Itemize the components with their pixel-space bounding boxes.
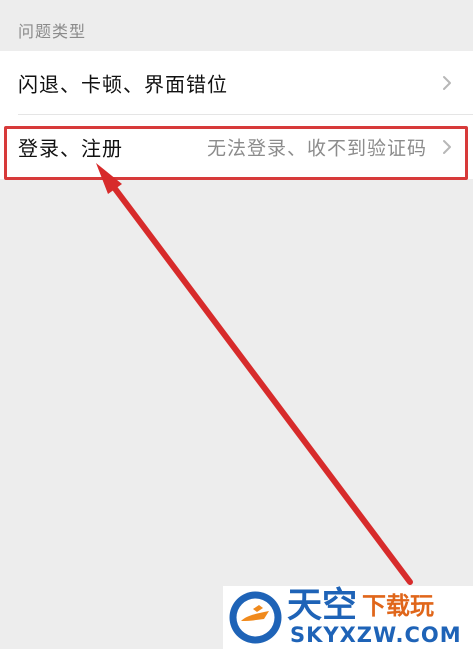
section-title: 问题类型 (18, 22, 87, 41)
menu-item-login-register[interactable]: 登录、注册 无法登录、收不到验证码 (0, 115, 473, 179)
watermark-sub-text: 下载玩 (362, 592, 434, 620)
chevron-right-icon (443, 140, 451, 154)
menu-item-label: 闪退、卡顿、界面错位 (18, 72, 228, 97)
menu-item-label: 登录、注册 (18, 136, 123, 161)
watermark: 天空 下载玩 SKYXZW.COM (223, 586, 473, 649)
menu-item-crash-lag-layout[interactable]: 闪退、卡顿、界面错位 (0, 51, 473, 115)
chevron-right-icon (443, 76, 451, 90)
menu-item-value: 无法登录、收不到验证码 (206, 137, 427, 160)
watermark-logo-icon (229, 591, 282, 644)
watermark-main-text: 天空 (287, 586, 358, 626)
watermark-domain: SKYXZW.COM (290, 623, 462, 647)
